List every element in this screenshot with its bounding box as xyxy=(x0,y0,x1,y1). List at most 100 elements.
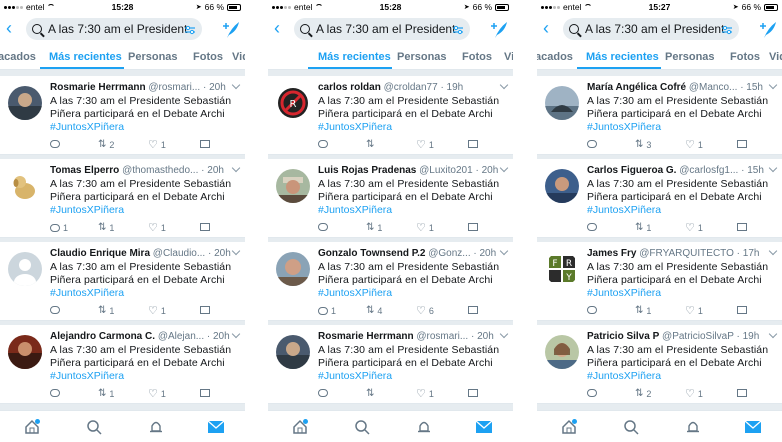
like-button[interactable]: ♡ 1 xyxy=(685,389,703,400)
avatar[interactable] xyxy=(545,86,579,120)
tab-0[interactable]: Más recientes xyxy=(318,51,391,63)
tab-3[interactable]: Fotos xyxy=(193,51,223,63)
tab-4[interactable]: Vid xyxy=(769,51,782,63)
share-dm-button[interactable] xyxy=(468,389,478,397)
tweet-author-name[interactable]: Alejandro Carmona C. xyxy=(50,331,155,342)
tweet[interactable]: Luis Rojas Pradenas @Luxito201 · 20h A la… xyxy=(268,159,513,238)
retweet-button[interactable]: ⇅ 1 xyxy=(366,223,382,234)
avatar[interactable]: R xyxy=(276,86,310,120)
tweet-author-name[interactable]: María Angélica Cofré xyxy=(587,82,686,93)
tweet[interactable]: María Angélica Cofré @Manco... · 15h A la… xyxy=(537,76,782,155)
retweet-button[interactable]: ⇅ 1 xyxy=(98,389,114,400)
tweet[interactable]: F R Y James Fry @FRYARQUITECTO · 17h A las 7… xyxy=(537,242,782,321)
tab-0[interactable]: acados xyxy=(537,51,573,63)
like-button[interactable]: ♡ 1 xyxy=(685,140,703,151)
tweet[interactable]: Gonzalo Townsend P.2 @Gonz... · 20h A las… xyxy=(268,242,513,321)
hashtag-link[interactable]: #JuntosXPiñera xyxy=(318,121,392,133)
tweet[interactable]: Alejandro Carmona C. @Alejan... · 20h A l… xyxy=(0,325,245,404)
tab-4[interactable]: Vid xyxy=(232,51,245,63)
reply-button[interactable] xyxy=(50,140,63,148)
search-input[interactable]: A las 7:30 am el Presidente... xyxy=(294,18,470,40)
search-tab[interactable] xyxy=(84,417,104,437)
home-tab[interactable] xyxy=(559,417,579,437)
tweet[interactable]: Patricio Silva P @PatricioSilvaP · 19h A … xyxy=(537,325,782,404)
reply-button[interactable]: 1 xyxy=(50,223,68,233)
hashtag-link[interactable]: #JuntosXPiñera xyxy=(587,287,661,299)
filter-icon[interactable] xyxy=(184,23,196,35)
hashtag-link[interactable]: #JuntosXPiñera xyxy=(587,204,661,216)
tweet-author-name[interactable]: Tomas Elperro xyxy=(50,165,119,176)
like-button[interactable]: ♡ 1 xyxy=(148,389,166,400)
bell-tab[interactable] xyxy=(683,417,703,437)
tab-2[interactable]: Personas xyxy=(128,51,178,63)
reply-button[interactable] xyxy=(587,223,600,231)
tab-2[interactable]: Personas xyxy=(665,51,715,63)
retweet-button[interactable]: ⇅ 1 xyxy=(635,306,651,317)
share-dm-button[interactable] xyxy=(200,306,210,314)
tab-1[interactable]: Más recientes xyxy=(586,51,659,63)
share-dm-button[interactable] xyxy=(468,306,478,314)
mail-tab[interactable] xyxy=(206,417,226,437)
reply-button[interactable]: 1 xyxy=(318,306,336,316)
hashtag-link[interactable]: #JuntosXPiñera xyxy=(587,121,661,133)
tweet[interactable]: Claudio Enrique Mira @Claudio... · 20h A … xyxy=(0,242,245,321)
home-tab[interactable] xyxy=(22,417,42,437)
tweet-author-name[interactable]: carlos roldan xyxy=(318,82,381,93)
avatar[interactable] xyxy=(276,169,310,203)
tweet-author-name[interactable]: James Fry xyxy=(587,248,636,259)
hashtag-link[interactable]: #JuntosXPiñera xyxy=(50,204,124,216)
tab-3[interactable]: Vid xyxy=(504,51,513,63)
like-button[interactable]: ♡ 1 xyxy=(416,389,434,400)
tweet-author-name[interactable]: Rosmarie Herrmann xyxy=(50,82,146,93)
back-chevron-icon[interactable]: ‹ xyxy=(543,18,549,38)
bell-tab[interactable] xyxy=(414,417,434,437)
avatar[interactable] xyxy=(8,169,42,203)
avatar[interactable] xyxy=(8,252,42,286)
retweet-button[interactable]: ⇅ 2 xyxy=(635,389,651,400)
tweet-author-name[interactable]: Luis Rojas Pradenas xyxy=(318,165,416,176)
mail-tab[interactable] xyxy=(474,417,494,437)
tweet[interactable]: Rcarlos roldan @croldan77 · 19h A las 7:3… xyxy=(268,76,513,155)
compose-tweet-icon[interactable] xyxy=(219,18,241,40)
retweet-button[interactable]: ⇅ xyxy=(366,389,377,399)
retweet-button[interactable]: ⇅ 4 xyxy=(366,306,382,317)
filter-icon[interactable] xyxy=(452,23,464,35)
back-chevron-icon[interactable]: ‹ xyxy=(274,18,280,38)
tweet-author-name[interactable]: Carlos Figueroa G. xyxy=(587,165,676,176)
share-dm-button[interactable] xyxy=(737,140,747,148)
share-dm-button[interactable] xyxy=(200,140,210,148)
like-button[interactable]: ♡ 1 xyxy=(148,306,166,317)
reply-button[interactable] xyxy=(587,140,600,148)
tweet-author-name[interactable]: Gonzalo Townsend P.2 xyxy=(318,248,425,259)
retweet-button[interactable]: ⇅ 2 xyxy=(98,140,114,151)
share-dm-button[interactable] xyxy=(468,140,478,148)
tweet[interactable]: Tomas Elperro @thomasthedo... · 20h A las… xyxy=(0,159,245,238)
tweet-author-name[interactable]: Claudio Enrique Mira xyxy=(50,248,150,259)
hashtag-link[interactable]: #JuntosXPiñera xyxy=(50,121,124,133)
retweet-button[interactable]: ⇅ 1 xyxy=(98,306,114,317)
retweet-button[interactable]: ⇅ 3 xyxy=(635,140,651,151)
reply-button[interactable] xyxy=(587,306,600,314)
tab-1[interactable]: Más recientes xyxy=(49,51,122,63)
tweet-author-name[interactable]: Patricio Silva P xyxy=(587,331,659,342)
home-tab[interactable] xyxy=(290,417,310,437)
filter-icon[interactable] xyxy=(721,23,733,35)
tweet[interactable]: Carlos Figueroa G. @carlosfg1... · 15h A … xyxy=(537,159,782,238)
compose-tweet-icon[interactable] xyxy=(487,18,509,40)
retweet-button[interactable]: ⇅ 1 xyxy=(98,223,114,234)
reply-button[interactable] xyxy=(318,140,331,148)
search-tab[interactable] xyxy=(352,417,372,437)
tab-3[interactable]: Fotos xyxy=(730,51,760,63)
reply-button[interactable] xyxy=(318,223,331,231)
tweet[interactable]: Rosmarie Herrmann @rosmari... · 20h A las… xyxy=(268,325,513,404)
tweet[interactable]: Rosmarie Herrmann @rosmari... · 20h A las… xyxy=(0,76,245,155)
tweet-author-name[interactable]: Rosmarie Herrmann xyxy=(318,331,414,342)
share-dm-button[interactable] xyxy=(737,223,747,231)
like-button[interactable]: ♡ 1 xyxy=(148,223,166,234)
avatar[interactable] xyxy=(276,335,310,369)
share-dm-button[interactable] xyxy=(737,306,747,314)
hashtag-link[interactable]: #JuntosXPiñera xyxy=(587,370,661,382)
hashtag-link[interactable]: #JuntosXPiñera xyxy=(318,370,392,382)
share-dm-button[interactable] xyxy=(200,389,210,397)
like-button[interactable]: ♡ 1 xyxy=(416,140,434,151)
